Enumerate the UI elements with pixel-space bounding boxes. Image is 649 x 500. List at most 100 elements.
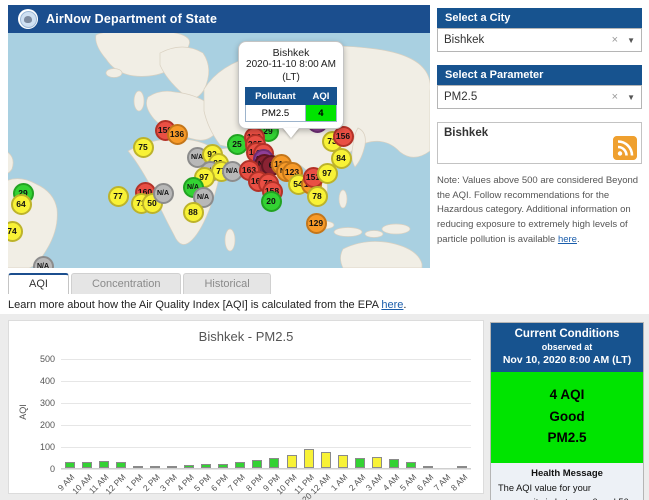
- chart-x-tick: 4 PM: [175, 472, 196, 493]
- chart-bar-slot: 6 AM: [420, 358, 437, 468]
- chart-bar: [269, 458, 279, 468]
- popup-city: Bishkek: [245, 47, 337, 59]
- chart-x-tick: 1 AM: [329, 472, 350, 493]
- observed-at-label: observed at: [493, 342, 641, 352]
- current-conditions-header: Current Conditions observed at Nov 10, 2…: [491, 323, 643, 372]
- chart-bar-slot: 9 PM: [266, 358, 283, 468]
- map-marker[interactable]: N/A: [153, 183, 174, 204]
- bottom-section: Bishkek - PM2.5 AQI 0100200300400500 9 A…: [0, 314, 649, 500]
- chart-bar: [406, 462, 416, 468]
- tab-aqi[interactable]: AQI: [8, 273, 69, 294]
- map-marker[interactable]: 74: [8, 221, 23, 242]
- sidebar: Select a City Bishkek × ▼ Select a Param…: [437, 8, 642, 248]
- map-marker[interactable]: 78: [307, 186, 328, 207]
- chart-bar-slot: 7 PM: [232, 358, 249, 468]
- chart-x-tick: 3 AM: [363, 472, 384, 493]
- popup-pollutant-value: PM2.5: [246, 105, 306, 122]
- tab-bar: AQI Concentration Historical: [8, 273, 271, 294]
- chart-x-tick: 4 AM: [380, 472, 401, 493]
- popup-table: Pollutant AQI PM2.5 4: [245, 87, 337, 122]
- chart-bar: [235, 462, 245, 468]
- map-marker[interactable]: 75: [133, 137, 154, 158]
- chart-bars: 9 AM10 AM11 AM12 PM1 PM2 PM3 PM4 PM5 PM6…: [61, 358, 471, 469]
- chart-bar: [321, 452, 331, 468]
- chevron-down-icon[interactable]: ▼: [627, 93, 635, 102]
- clear-parameter-icon[interactable]: ×: [612, 91, 618, 103]
- chart-x-tick: 7 PM: [226, 472, 247, 493]
- map-marker[interactable]: 88: [183, 202, 204, 223]
- chart-bar-slot: 2 PM: [146, 358, 163, 468]
- chart-x-tick: 5 AM: [397, 472, 418, 493]
- aqi-bar-chart: Bishkek - PM2.5 AQI 0100200300400500 9 A…: [8, 320, 484, 494]
- select-parameter-header: Select a Parameter: [437, 65, 642, 85]
- rss-feed-box: Bishkek: [437, 122, 642, 164]
- chart-bar: [252, 460, 262, 468]
- current-aqi-block: 4 AQI Good PM2.5: [491, 372, 643, 463]
- chart-bar: [201, 464, 211, 468]
- chart-x-tick: 1 PM: [124, 472, 145, 493]
- map-marker[interactable]: 77: [108, 186, 129, 207]
- chart-bar: [457, 466, 467, 468]
- app-title: AirNow Department of State: [46, 12, 217, 26]
- chart-x-tick: 6 PM: [209, 472, 230, 493]
- chart-bar-slot: 4 AM: [385, 358, 402, 468]
- map-marker[interactable]: 64: [11, 194, 32, 215]
- chart-bar-slot: 3 AM: [368, 358, 385, 468]
- chart-bar: [423, 466, 433, 468]
- chevron-down-icon[interactable]: ▼: [627, 36, 635, 45]
- chart-y-tick: 500: [25, 354, 55, 364]
- chart-bar: [184, 465, 194, 468]
- chart-bar-slot: 8 PM: [249, 358, 266, 468]
- health-message-text: The AQI value for your community is betw…: [498, 482, 636, 500]
- select-city-header: Select a City: [437, 8, 642, 28]
- chart-bar: [304, 449, 314, 468]
- chart-y-tick: 400: [25, 376, 55, 386]
- chart-x-tick: 2 PM: [141, 472, 162, 493]
- chart-bar: [355, 458, 365, 468]
- health-message-title: Health Message: [498, 468, 636, 479]
- chart-bar: [82, 462, 92, 468]
- tab-concentration[interactable]: Concentration: [71, 273, 182, 294]
- chart-bar: [218, 464, 228, 468]
- chart-bar: [338, 455, 348, 468]
- chart-bar-slot: 9 AM: [61, 358, 78, 468]
- learn-more-here-link[interactable]: here: [381, 299, 403, 311]
- chart-bar-slot: 7 AM: [437, 358, 454, 468]
- map-marker[interactable]: 129: [306, 213, 327, 234]
- current-pollutant: PM2.5: [491, 427, 643, 449]
- city-select[interactable]: Bishkek × ▼: [437, 28, 642, 52]
- chart-x-tick: 5 PM: [192, 472, 213, 493]
- popup-tail: [283, 128, 299, 138]
- rss-icon[interactable]: [613, 136, 637, 160]
- chart-bar-slot: 8 AM: [454, 358, 471, 468]
- app-header: AirNow Department of State: [8, 5, 430, 33]
- dos-seal-logo: [18, 9, 38, 29]
- chart-bar-slot: 1 AM: [334, 358, 351, 468]
- chart-gridline: 0: [61, 469, 471, 470]
- chart-bar: [372, 457, 382, 468]
- map-marker[interactable]: 136: [167, 124, 188, 145]
- current-aqi-category: Good: [491, 406, 643, 428]
- note-here-link[interactable]: here: [558, 234, 577, 245]
- map-popup: Bishkek 2020-11-10 8:00 AM (LT) Pollutan…: [238, 41, 344, 129]
- chart-bar: [99, 461, 109, 468]
- chart-bar-slot: 2 AM: [351, 358, 368, 468]
- chart-plot-area: 0100200300400500 9 AM10 AM11 AM12 PM1 PM…: [61, 359, 471, 469]
- clear-city-icon[interactable]: ×: [612, 34, 618, 46]
- chart-bar-slot: 12 PM: [112, 358, 129, 468]
- chart-bar-slot: 11 PM: [300, 358, 317, 468]
- tab-historical[interactable]: Historical: [183, 273, 270, 294]
- world-map[interactable]: 296474N/A75150136771607150N/AN/A9299N/A7…: [8, 33, 430, 268]
- parameter-select[interactable]: PM2.5 × ▼: [437, 85, 642, 109]
- popup-datetime: 2020-11-10 8:00 AM: [245, 59, 337, 72]
- map-marker[interactable]: 20: [261, 191, 282, 212]
- chart-title: Bishkek - PM2.5: [9, 329, 483, 344]
- city-select-value: Bishkek: [444, 34, 612, 46]
- chart-bar: [287, 455, 297, 468]
- chart-bar-slot: 5 PM: [198, 358, 215, 468]
- chart-bar: [65, 462, 75, 468]
- chart-bar-slot: 5 AM: [403, 358, 420, 468]
- chart-y-tick: 200: [25, 420, 55, 430]
- observed-datetime: Nov 10, 2020 8:00 AM (LT): [493, 354, 641, 366]
- chart-bar-slot: 6 PM: [215, 358, 232, 468]
